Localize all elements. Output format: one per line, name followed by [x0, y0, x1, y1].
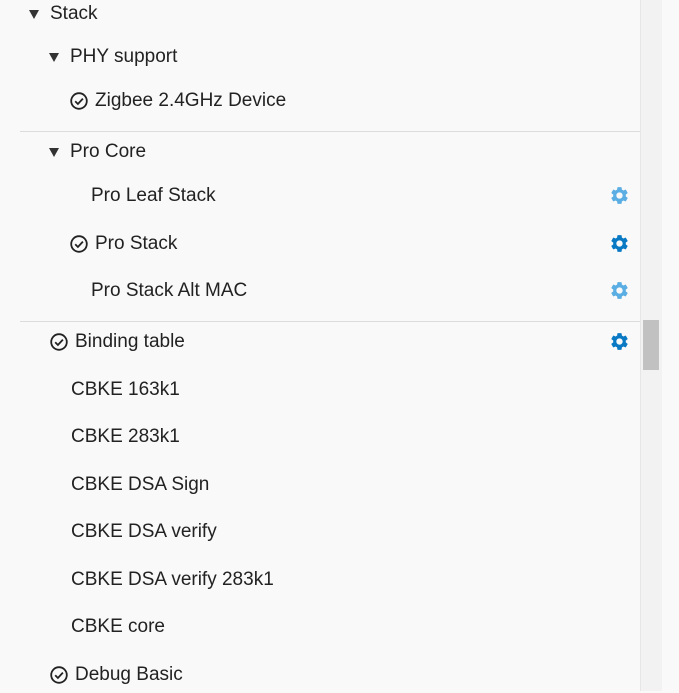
gear-icon[interactable] [609, 185, 630, 206]
tree-node-stack[interactable]: Stack [0, 0, 640, 32]
tree-node-label: Pro Leaf Stack [91, 185, 216, 206]
tree-node-cbke-dsa-verify-283k1[interactable]: CBKE DSA verify 283k1 [0, 562, 640, 598]
tree-node-cbke-core[interactable]: CBKE core [0, 609, 640, 645]
tree-node-phy-support[interactable]: PHY support [0, 39, 640, 75]
gear-icon[interactable] [609, 331, 630, 352]
tree-node-cbke-163k1[interactable]: CBKE 163k1 [0, 372, 640, 408]
gear-icon[interactable] [609, 233, 630, 254]
scrollbar-thumb[interactable] [643, 320, 659, 370]
tree-node-pro-leaf-stack[interactable]: Pro Leaf Stack [0, 178, 640, 214]
check-circle-icon [50, 666, 68, 684]
check-circle-icon [50, 333, 68, 351]
tree-node-pro-stack-alt-mac[interactable]: Pro Stack Alt MAC [0, 273, 640, 309]
check-circle-icon [70, 235, 88, 253]
tree-node-debug-basic[interactable]: Debug Basic [0, 657, 640, 693]
tree-node-label: CBKE 163k1 [71, 379, 180, 400]
tree-node-label: Pro Core [70, 141, 147, 162]
tree-node-label: CBKE DSA verify 283k1 [71, 569, 274, 590]
triangle-down-icon[interactable] [49, 53, 59, 62]
vertical-scrollbar[interactable] [640, 0, 663, 691]
tree-node-cbke-dsa-verify[interactable]: CBKE DSA verify [0, 514, 640, 550]
tree-node-cbke-dsa-sign[interactable]: CBKE DSA Sign [0, 467, 640, 503]
triangle-down-icon[interactable] [49, 148, 59, 157]
tree-node-label: Debug Basic [75, 664, 183, 685]
tree-node-label: Binding table [75, 331, 185, 352]
tree-node-pro-core[interactable]: Pro Core [0, 134, 640, 170]
gear-icon[interactable] [609, 280, 630, 301]
divider [20, 131, 640, 132]
tree-node-label: Zigbee 2.4GHz Device [95, 90, 287, 111]
tree-node-label: Stack [50, 3, 98, 24]
tree-node-label: Pro Stack [95, 233, 178, 254]
check-circle-icon [70, 92, 88, 110]
tree-node-label: CBKE 283k1 [71, 426, 180, 447]
component-tree: Stack PHY support Zigbee 2.4GHz Device P… [0, 0, 640, 691]
tree-node-zigbee-device[interactable]: Zigbee 2.4GHz Device [0, 83, 640, 119]
tree-node-binding-table[interactable]: Binding table [0, 324, 640, 360]
divider [20, 321, 640, 322]
panel-edge [662, 0, 679, 691]
tree-node-cbke-283k1[interactable]: CBKE 283k1 [0, 419, 640, 455]
tree-node-label: PHY support [70, 46, 178, 67]
tree-node-label: CBKE DSA verify [71, 521, 217, 542]
tree-node-label: CBKE DSA Sign [71, 474, 210, 495]
tree-node-label: CBKE core [71, 616, 165, 637]
tree-node-label: Pro Stack Alt MAC [91, 280, 248, 301]
tree-node-pro-stack[interactable]: Pro Stack [0, 226, 640, 262]
triangle-down-icon[interactable] [29, 10, 39, 19]
